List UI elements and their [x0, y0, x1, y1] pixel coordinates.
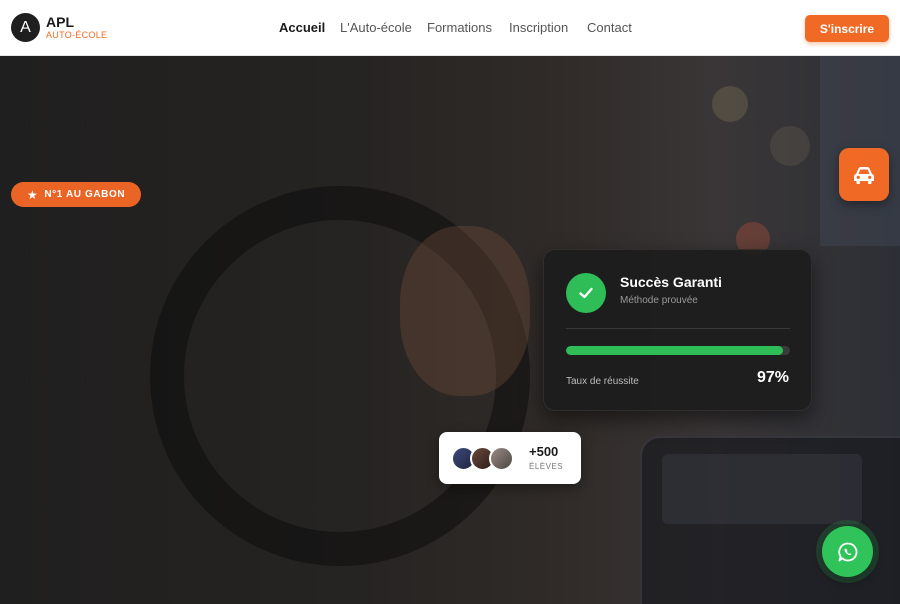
avatar — [489, 446, 514, 471]
success-card-title: Succès Garanti — [620, 274, 722, 290]
site-header: A APL AUTO-ÉCOLE Accueil L'Auto-école Fo… — [0, 0, 900, 56]
bokeh-light — [770, 126, 810, 166]
success-rate-label: Taux de réussite — [566, 376, 639, 387]
students-label: ÉLÈVES — [529, 462, 564, 471]
whatsapp-icon — [837, 542, 857, 561]
dashboard-screen-shape — [662, 454, 862, 524]
ranking-badge-label: N°1 AU GABON — [44, 189, 126, 200]
star-icon: ★ — [27, 187, 39, 202]
success-card: Succès Garanti Méthode prouvée Taux de r… — [543, 249, 812, 411]
checkmark-icon — [566, 273, 606, 313]
brand-name: APL — [46, 14, 74, 30]
students-card: +500 ÉLÈVES — [439, 432, 581, 484]
success-card-subtitle: Méthode prouvée — [620, 295, 698, 306]
signup-button[interactable]: S'inscrire — [805, 15, 889, 42]
students-count: +500 — [529, 444, 559, 459]
bokeh-light — [712, 86, 748, 122]
hand-shape — [400, 226, 530, 396]
logo-text: APL AUTO-ÉCOLE — [46, 15, 107, 40]
brand-subtitle: AUTO-ÉCOLE — [46, 30, 108, 40]
nav-item-contact[interactable]: Contact — [587, 20, 637, 35]
car-button[interactable] — [839, 148, 889, 201]
brand-logo[interactable]: A APL AUTO-ÉCOLE — [11, 13, 107, 42]
success-progress-bar — [566, 346, 790, 355]
success-rate-value: 97% — [756, 369, 789, 386]
main-nav: Accueil L'Auto-école Formations Inscript… — [279, 20, 637, 35]
success-progress-fill — [566, 346, 784, 355]
nav-item-auto-ecole[interactable]: L'Auto-école — [340, 20, 427, 35]
nav-item-formations[interactable]: Formations — [427, 20, 509, 35]
divider — [566, 328, 790, 329]
car-icon — [854, 166, 874, 184]
nav-item-inscription[interactable]: Inscription — [509, 20, 587, 35]
logo-mark: A — [11, 13, 40, 42]
ranking-badge: ★ N°1 AU GABON — [11, 182, 142, 207]
nav-item-accueil[interactable]: Accueil — [279, 20, 340, 35]
whatsapp-button[interactable] — [822, 526, 873, 577]
